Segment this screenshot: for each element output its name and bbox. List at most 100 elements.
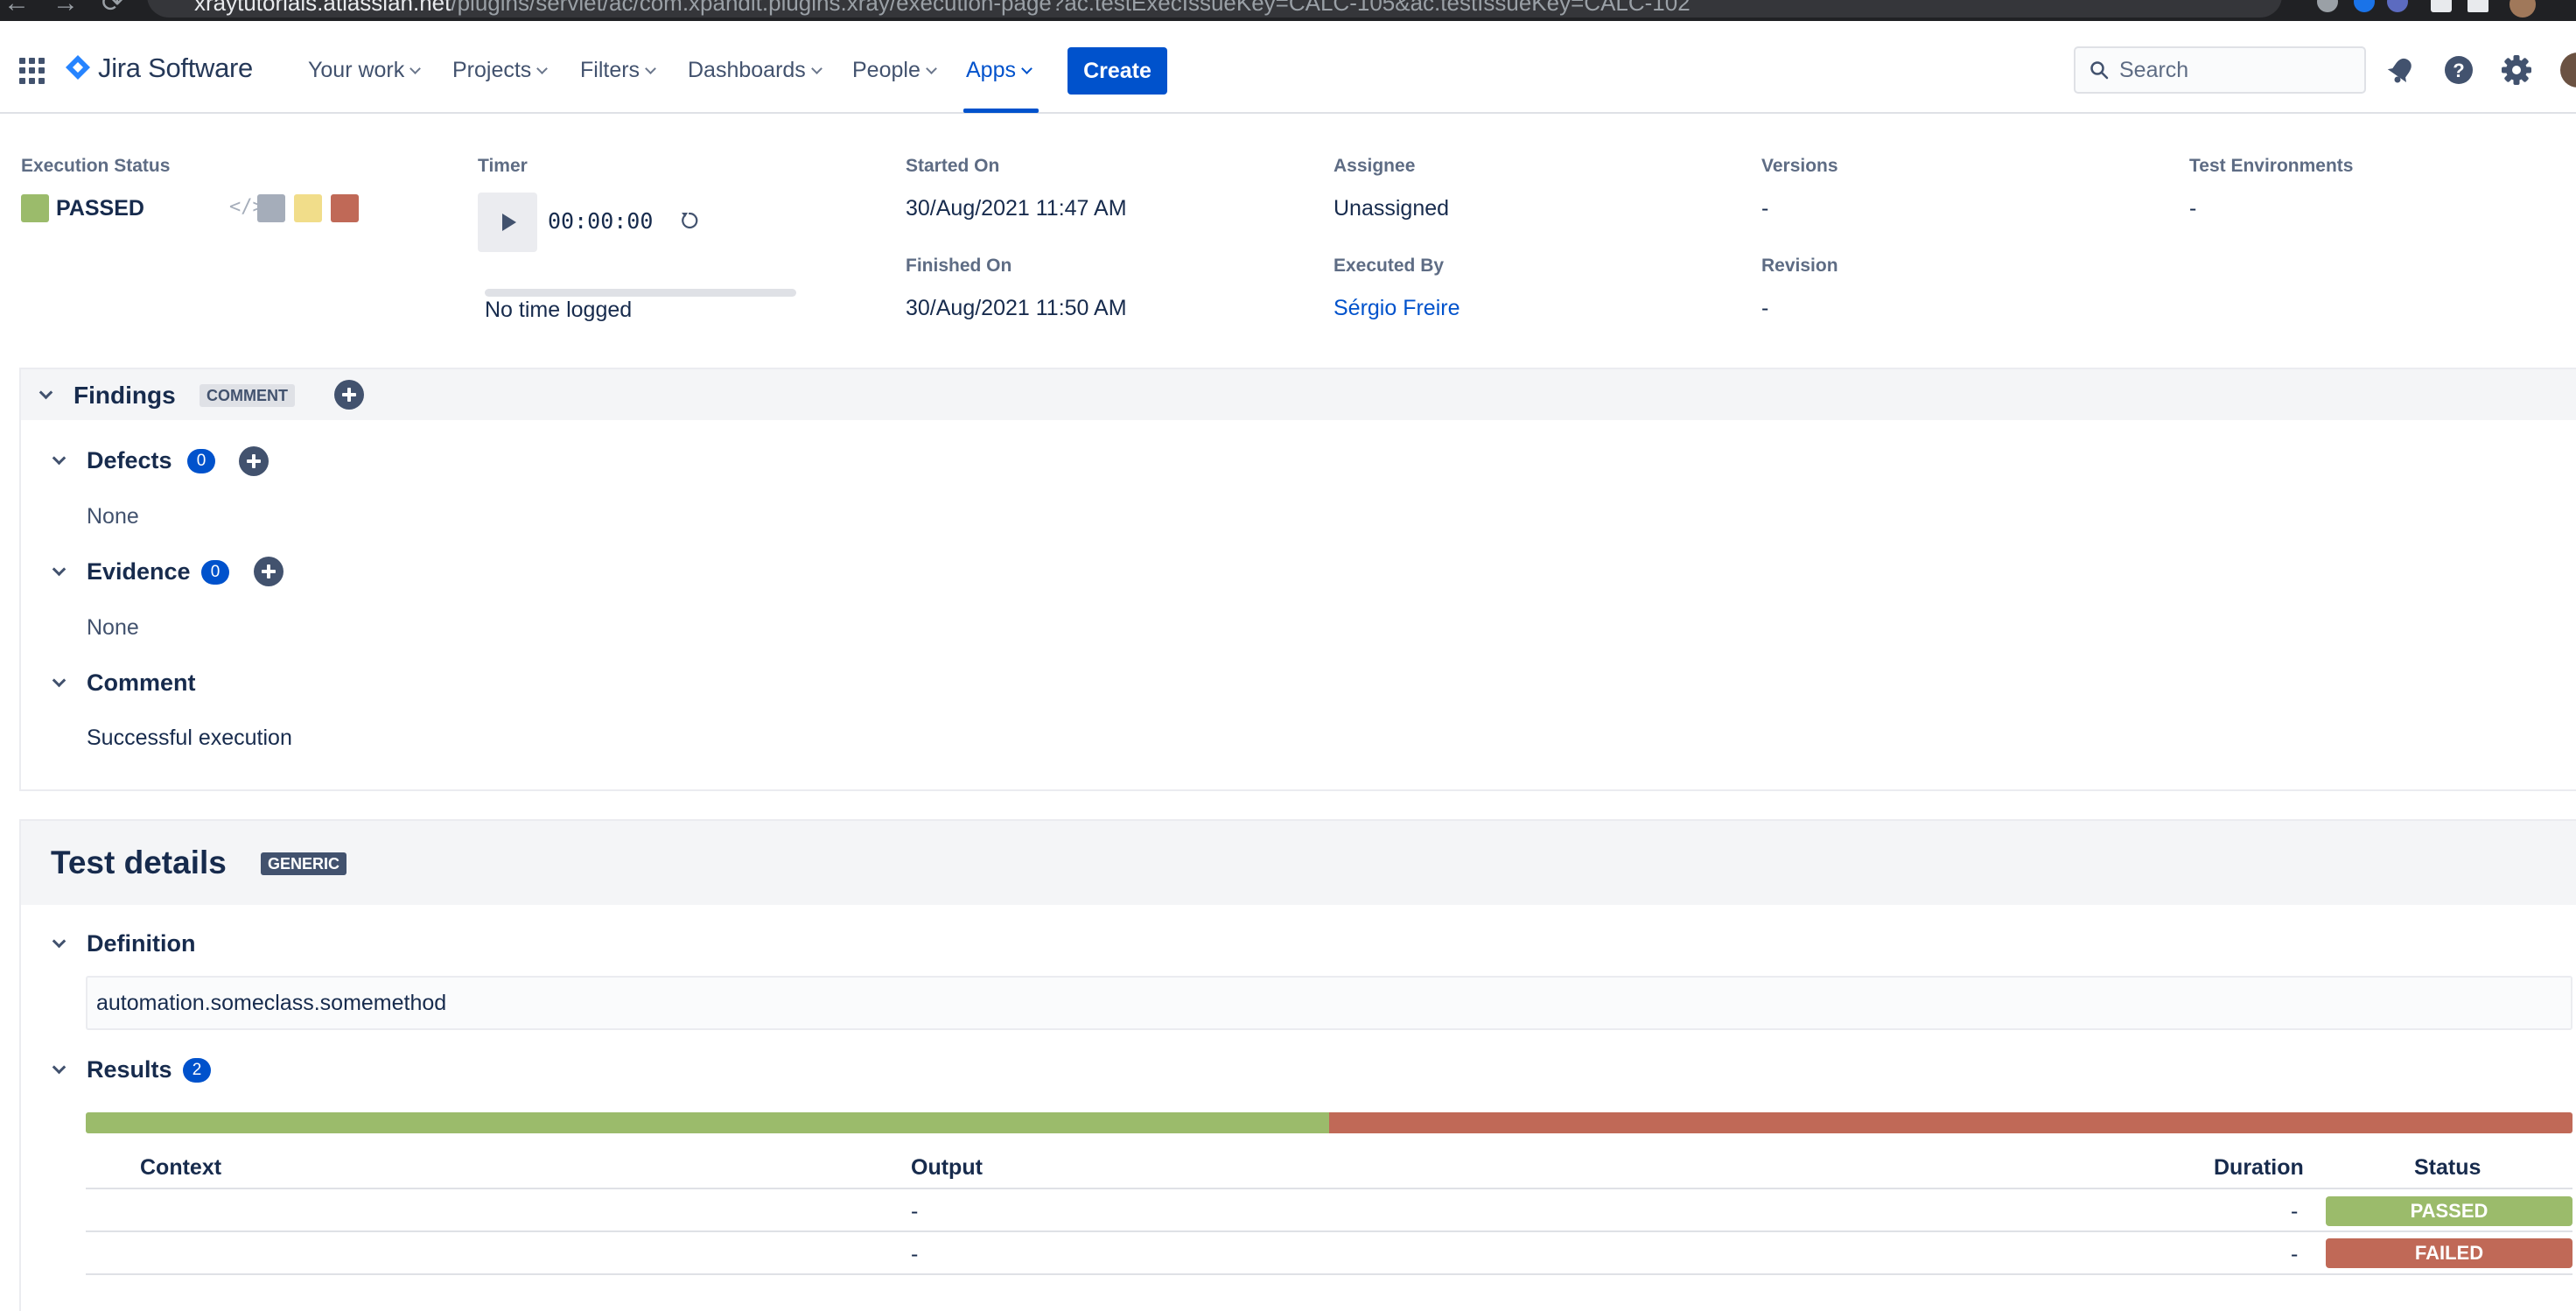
chevron-down-icon — [410, 63, 422, 74]
svg-text:?: ? — [2453, 60, 2464, 81]
row-divider — [86, 1230, 2572, 1232]
sidebar-icon[interactable] — [2468, 0, 2488, 12]
nav-label: Apps — [966, 58, 1016, 82]
create-button[interactable]: Create — [1068, 47, 1167, 95]
result-output: - — [911, 1242, 919, 1266]
definition-box: automation.someclass.somemethod — [86, 976, 2572, 1030]
results-progress-bar — [86, 1112, 2572, 1133]
search-icon — [2090, 61, 2109, 80]
results-count-badge: 2 — [183, 1058, 211, 1083]
versions-label: Versions — [1761, 156, 1838, 176]
findings-title: Findings — [74, 382, 176, 409]
results-segment-passed — [86, 1112, 1329, 1133]
timer-label: Timer — [478, 156, 528, 176]
nav-label: People — [852, 58, 920, 82]
test-environments-label: Test Environments — [2189, 156, 2354, 176]
comment-text: Successful execution — [87, 726, 292, 750]
defects-title: Defects — [87, 447, 172, 473]
timer-progress-bar — [485, 289, 796, 297]
active-nav-indicator — [963, 109, 1039, 113]
column-header-context: Context — [140, 1155, 222, 1180]
chevron-down-icon — [1021, 63, 1032, 74]
puzzle-icon[interactable] — [2431, 0, 2452, 12]
search-input[interactable] — [2119, 57, 2356, 83]
chevron-down-icon — [810, 63, 822, 74]
defects-count-badge: 0 — [187, 449, 215, 473]
executed-by-label: Executed By — [1334, 256, 1445, 276]
nav-apps[interactable]: Apps — [966, 58, 1032, 83]
test-environments-value: - — [2189, 196, 2197, 221]
timer-value: 00:00:00 — [548, 208, 654, 234]
play-button[interactable] — [478, 193, 537, 252]
nav-filters[interactable]: Filters — [580, 58, 656, 83]
findings-header — [21, 369, 2576, 420]
nav-dashboards[interactable]: Dashboards — [688, 58, 822, 83]
status-option-failed[interactable] — [331, 194, 359, 222]
browser-nav-buttons[interactable]: ←→⟳ — [4, 0, 146, 18]
execution-status-value[interactable]: PASSED — [56, 196, 144, 221]
assignee-value[interactable]: Unassigned — [1334, 196, 1449, 221]
product-name[interactable]: Jira Software — [98, 53, 253, 84]
profile-avatar[interactable] — [2510, 0, 2536, 18]
search-box[interactable] — [2074, 46, 2366, 94]
chevron-down-icon — [645, 63, 656, 74]
extension-icon[interactable] — [2317, 0, 2338, 12]
row-divider — [86, 1273, 2572, 1275]
help-icon[interactable]: ? — [2441, 53, 2476, 88]
add-defect-button[interactable] — [239, 446, 269, 476]
browser-toolbar: ←→⟳ xraytutorials.atlassian.net/plugins/… — [0, 0, 2576, 21]
evidence-count-badge: 0 — [201, 560, 229, 585]
column-header-duration: Duration — [2214, 1155, 2304, 1180]
address-bar-url[interactable]: xraytutorials.atlassian.net/plugins/serv… — [194, 0, 1690, 17]
started-on-label: Started On — [906, 156, 1000, 176]
revision-label: Revision — [1761, 256, 1838, 276]
result-output: - — [911, 1199, 919, 1223]
reset-timer-icon[interactable] — [679, 210, 700, 231]
extension-icon[interactable] — [2387, 0, 2408, 12]
status-option-todo[interactable] — [257, 194, 285, 222]
jira-logo-icon[interactable] — [65, 54, 91, 81]
top-navigation: Jira Software Your work Projects Filters… — [0, 21, 2576, 114]
results-segment-failed — [1329, 1112, 2572, 1133]
nav-projects[interactable]: Projects — [452, 58, 549, 83]
assignee-label: Assignee — [1334, 156, 1416, 176]
column-header-output: Output — [911, 1155, 983, 1180]
evidence-empty: None — [87, 615, 139, 640]
browser-extensions — [2198, 0, 2576, 19]
chevron-down-icon — [925, 63, 937, 74]
definition-value: automation.someclass.somemethod — [96, 991, 447, 1015]
test-type-lozenge: GENERIC — [261, 852, 347, 875]
test-details-header — [21, 821, 2576, 905]
findings-panel — [19, 368, 2576, 791]
table-header-divider — [86, 1188, 2572, 1189]
extension-icon[interactable] — [2354, 0, 2375, 12]
column-header-status: Status — [2414, 1155, 2482, 1180]
nav-your-work[interactable]: Your work — [308, 58, 422, 83]
notifications-icon[interactable] — [2384, 53, 2418, 88]
comment-lozenge: COMMENT — [200, 384, 295, 407]
execution-status-label: Execution Status — [21, 156, 171, 176]
settings-icon[interactable] — [2499, 53, 2534, 88]
timer-note: No time logged — [485, 298, 633, 322]
executed-by-link[interactable]: Sérgio Freire — [1334, 296, 1460, 321]
definition-title: Definition — [87, 930, 196, 957]
result-duration: - — [2291, 1242, 2299, 1266]
test-details-title: Test details — [51, 845, 227, 880]
finished-on-value: 30/Aug/2021 11:50 AM — [906, 296, 1127, 320]
result-status-badge: FAILED — [2326, 1238, 2572, 1268]
nav-label: Projects — [452, 58, 532, 82]
add-evidence-button[interactable] — [254, 557, 284, 586]
result-duration: - — [2291, 1199, 2299, 1223]
status-option-executing[interactable] — [294, 194, 322, 222]
nav-label: Your work — [308, 58, 405, 82]
url-path: /plugins/servlet/ac/com.xpandit.plugins.… — [451, 0, 1690, 16]
nav-people[interactable]: People — [852, 58, 937, 83]
defects-empty: None — [87, 504, 139, 529]
comment-title: Comment — [87, 670, 196, 696]
app-switcher-icon[interactable] — [19, 58, 46, 84]
avatar[interactable] — [2560, 53, 2576, 88]
nav-label: Filters — [580, 58, 640, 82]
test-details-panel — [19, 819, 2576, 1311]
finished-on-label: Finished On — [906, 256, 1012, 276]
add-finding-button[interactable] — [334, 380, 364, 410]
